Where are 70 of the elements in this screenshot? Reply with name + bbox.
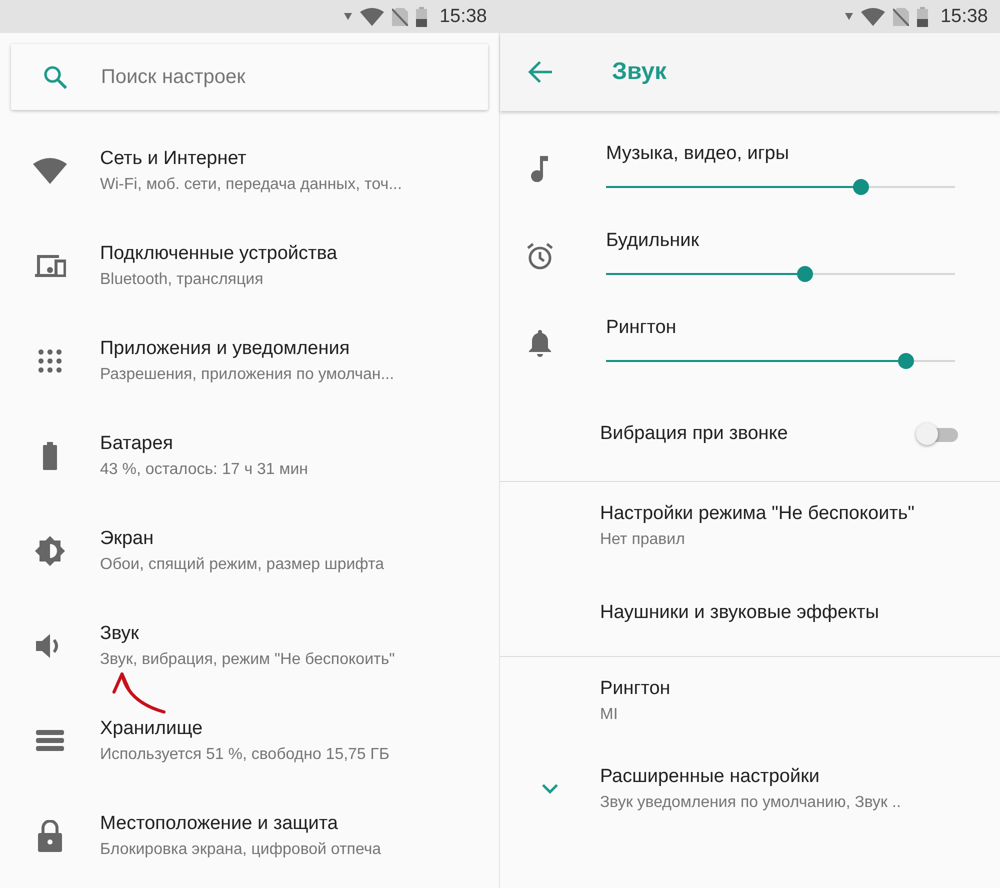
item-subtitle: Звук, вибрация, режим "Не беспокоить" <box>100 650 395 668</box>
settings-item[interactable]: Расширенные настройки Звук уведомления по умолчанию, Звук .. <box>500 745 1000 833</box>
bell-icon <box>528 328 552 356</box>
battery-icon <box>416 6 428 26</box>
screen-title: Звук <box>612 58 667 86</box>
settings-item[interactable]: Звук Звук, вибрация, режим "Не беспокоить" <box>0 598 499 693</box>
volume-slider[interactable] <box>606 266 955 282</box>
item-title: Наушники и звуковые эффекты <box>600 602 880 624</box>
settings-item[interactable]: Хранилище Используется 51 %, свободно 15,75 ГБ <box>0 693 499 788</box>
signal-arrow-icon <box>344 13 352 20</box>
item-title: Батарея <box>100 432 174 454</box>
slider-thumb[interactable] <box>796 266 813 282</box>
item-subtitle: Нет правил <box>600 531 686 549</box>
battery-icon <box>917 6 928 26</box>
settings-item[interactable]: Подключенные устройства Bluetooth, трансляция <box>0 218 499 313</box>
item-subtitle: MI <box>600 706 619 724</box>
item-subtitle: Блокировка экрана, цифровой отпеча <box>100 840 382 858</box>
search-field[interactable]: Поиск настроек <box>99 64 468 90</box>
item-subtitle: Wi-Fi, моб. сети, передача данных, точ... <box>100 176 402 194</box>
status-time: 15:38 <box>439 6 487 28</box>
item-title: Экран <box>100 528 155 550</box>
settings-item[interactable]: Батарея 43 %, осталось: 17 ч 31 мин <box>0 408 499 503</box>
lock-icon <box>38 820 62 852</box>
storage-icon <box>36 730 64 752</box>
item-subtitle: Bluetooth, трансляция <box>100 270 264 288</box>
settings-item[interactable]: Наушники и звуковые эффекты <box>500 570 1000 656</box>
alarm-clock-icon <box>526 242 554 270</box>
item-title: Настройки режима "Не беспокоить" <box>600 503 915 525</box>
vibration-switch[interactable] <box>916 422 960 444</box>
brightness-icon <box>35 536 65 566</box>
wifi-icon <box>861 8 886 26</box>
vibration-label: Вибрация при звонке <box>600 422 788 444</box>
item-subtitle: 43 %, осталось: 17 ч 31 мин <box>100 460 308 478</box>
item-title: Сеть и Интернет <box>100 148 248 170</box>
music-note-icon <box>531 156 549 182</box>
slider-label: Рингтон <box>606 316 678 338</box>
item-title: Хранилище <box>100 718 204 740</box>
settings-item[interactable]: Настройки режима "Не беспокоить" Нет правил <box>500 482 1000 570</box>
item-subtitle: Используется 51 %, свободно 15,75 ГБ <box>100 746 390 764</box>
settings-item[interactable]: Местоположение и защита Блокировка экрана, цифровой отпеча <box>0 788 499 883</box>
slider-thumb[interactable] <box>852 178 869 194</box>
battery-icon <box>43 442 57 470</box>
item-title: Расширенные настройки <box>600 766 821 788</box>
slider-label: Будильник <box>606 230 700 252</box>
settings-item[interactable]: Экран Обои, спящий режим, размер шрифта <box>0 503 499 598</box>
no-sim-icon <box>392 8 408 26</box>
volume-slider[interactable] <box>606 178 955 194</box>
devices-icon <box>34 254 66 276</box>
item-title: Рингтон <box>600 678 670 700</box>
item-title: Местоположение и защита <box>100 812 339 834</box>
settings-item[interactable]: Рингтон MI <box>500 657 1000 745</box>
item-subtitle: Звук уведомления по умолчанию, Звук .. <box>600 794 901 812</box>
settings-item[interactable]: Сеть и Интернет Wi-Fi, моб. сети, передача данных, точ... <box>0 123 499 218</box>
settings-item[interactable]: Приложения и уведомления Разрешения, приложения по умолчан... <box>0 313 499 408</box>
volume-slider[interactable] <box>606 352 955 368</box>
search-icon <box>43 65 67 89</box>
item-subtitle: Разрешения, приложения по умолчан... <box>100 366 394 384</box>
apps-grid-icon <box>38 348 62 372</box>
signal-arrow-icon <box>845 13 854 20</box>
no-sim-icon <box>893 8 910 26</box>
item-title: Звук <box>100 622 140 644</box>
item-title: Приложения и уведомления <box>100 338 351 360</box>
item-subtitle: Обои, спящий режим, размер шрифта <box>100 556 384 574</box>
slider-label: Музыка, видео, игры <box>606 142 790 164</box>
slider-thumb[interactable] <box>898 352 914 368</box>
wifi-icon <box>33 158 67 184</box>
item-title: Подключенные устройства <box>100 242 338 264</box>
wifi-icon <box>360 8 384 26</box>
status-time: 15:38 <box>940 6 988 28</box>
back-arrow-icon[interactable] <box>528 61 552 83</box>
